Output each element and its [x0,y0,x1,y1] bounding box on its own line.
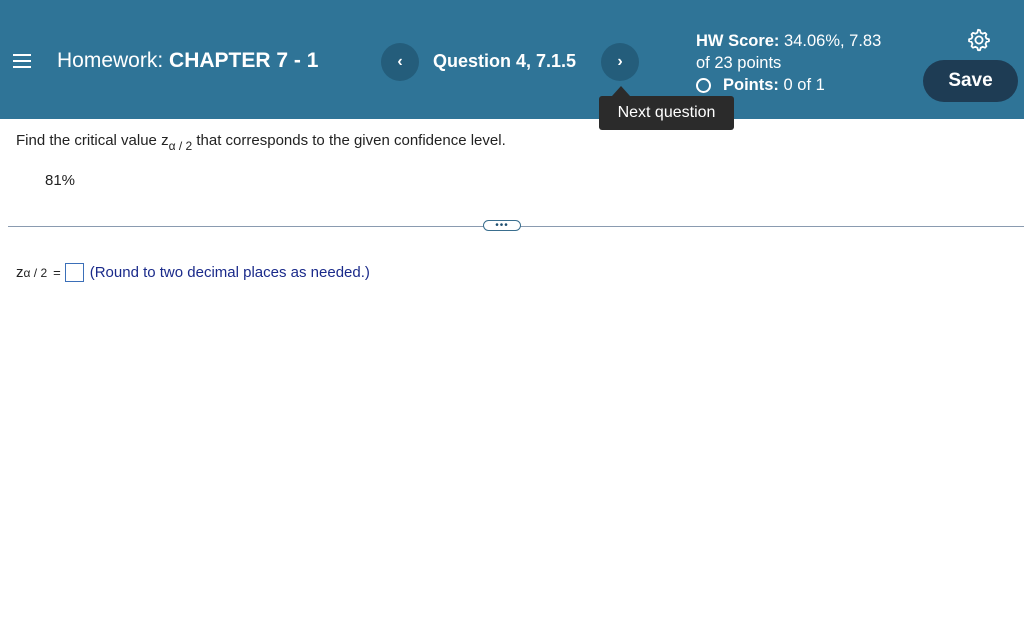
prompt-text-before: Find the critical value z [16,132,169,149]
answer-row: zα / 2 = (Round to two decimal places as… [16,263,370,282]
menu-icon[interactable] [13,51,33,70]
more-options-button[interactable]: ••• [483,220,521,231]
homework-title: Homework: CHAPTER 7 - 1 [57,49,318,73]
points-label: Points: [723,76,779,94]
confidence-level: 81% [45,172,76,189]
answer-variable-subscript: α / 2 [23,265,48,280]
tooltip-arrow [612,86,630,96]
homework-title-prefix: Homework: [57,49,164,72]
question-prompt: Find the critical value zα / 2 that corr… [16,132,506,153]
next-question-button[interactable]: › [601,43,639,81]
answer-variable: z [16,264,24,281]
points-value: 0 of 1 [783,76,825,94]
hw-score-label: HW Score: [696,32,780,50]
hw-score-total: of 23 points [696,54,782,72]
next-question-tooltip: Next question [599,96,734,130]
save-button[interactable]: Save [923,60,1018,102]
top-header: Homework: CHAPTER 7 - 1 ‹ Question 4, 7.… [0,0,1024,119]
chevron-left-icon: ‹ [397,53,403,70]
prompt-subscript: α / 2 [168,139,193,153]
homework-title-chapter: CHAPTER 7 - 1 [169,49,319,72]
hw-score-panel: HW Score: 34.06%, 7.83 of 23 points Poin… [696,30,881,96]
points-status-icon [696,77,711,93]
gear-icon[interactable] [967,28,991,52]
chevron-right-icon: › [617,53,623,70]
previous-question-button[interactable]: ‹ [381,43,419,81]
equals-sign: = [53,265,61,280]
answer-input[interactable] [64,263,84,282]
prompt-text-after: that corresponds to the given confidence… [192,132,506,149]
question-label: Question 4, 7.1.5 [433,51,577,71]
hw-score-value: 34.06%, 7.83 [784,32,882,50]
rounding-instruction: (Round to two decimal places as needed.) [89,264,370,281]
